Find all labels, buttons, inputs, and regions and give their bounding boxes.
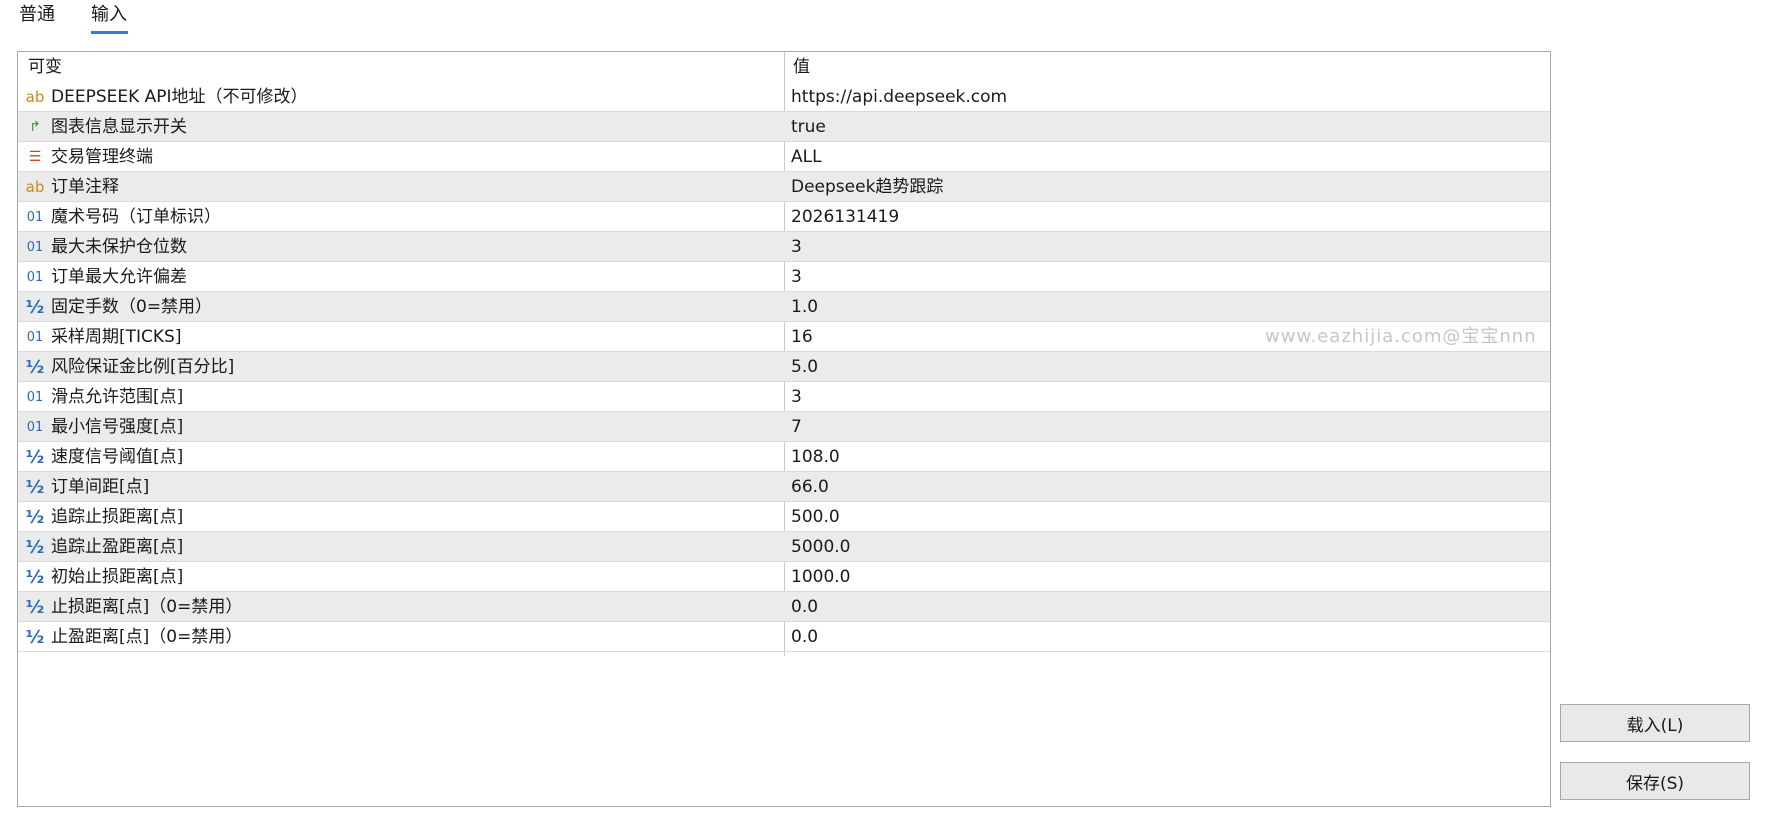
row-variable-name: 订单间距[点] xyxy=(51,477,150,497)
save-button[interactable]: 保存(S) xyxy=(1560,762,1750,800)
inputs-grid: 可变 值 ab DEEPSEEK API地址（不可修改） https://api.d… xyxy=(17,51,1551,807)
table-row[interactable]: ☰ 交易管理终端 ALL xyxy=(18,142,1550,172)
table-row[interactable]: 01 最小信号强度[点] 7 xyxy=(18,412,1550,442)
load-button[interactable]: 载入(L) xyxy=(1560,704,1750,742)
row-value[interactable]: 1000.0 xyxy=(791,566,850,588)
integer-type-icon: 01 xyxy=(26,389,44,405)
double-type-icon: ½ xyxy=(25,356,45,378)
row-variable-name: 交易管理终端 xyxy=(51,147,153,167)
row-variable-name: 采样周期[TICKS] xyxy=(51,327,182,347)
double-type-icon: ½ xyxy=(25,476,45,498)
table-row[interactable]: ½ 固定手数（0=禁用） 1.0 xyxy=(18,292,1550,322)
watermark-text: www.eazhijia.com@宝宝nnn xyxy=(1265,326,1537,347)
row-value[interactable]: 5000.0 xyxy=(791,536,850,558)
header-value[interactable]: 值 xyxy=(793,56,810,78)
row-value[interactable]: 3 xyxy=(791,236,802,258)
double-type-icon: ½ xyxy=(25,296,45,318)
table-row[interactable]: ½ 追踪止损距离[点] 500.0 xyxy=(18,502,1550,532)
row-variable-name: 订单最大允许偏差 xyxy=(51,267,187,287)
integer-type-icon: 01 xyxy=(26,329,44,345)
row-value[interactable]: 108.0 xyxy=(791,446,840,468)
tab-inputs[interactable]: 输入 xyxy=(91,2,127,28)
tab-general[interactable]: 普通 xyxy=(19,2,55,28)
row-variable-name: 订单注释 xyxy=(51,177,119,197)
row-value[interactable]: 1.0 xyxy=(791,296,818,318)
table-row[interactable]: ½ 订单间距[点] 66.0 xyxy=(18,472,1550,502)
double-type-icon: ½ xyxy=(25,596,45,618)
row-value[interactable]: 3 xyxy=(791,266,802,288)
double-type-icon: ½ xyxy=(25,536,45,558)
table-row[interactable]: ½ 初始止损距离[点] 1000.0 xyxy=(18,562,1550,592)
row-variable-name: 滑点允许范围[点] xyxy=(51,387,184,407)
double-type-icon: ½ xyxy=(25,506,45,528)
double-type-icon: ½ xyxy=(25,566,45,588)
active-tab-indicator xyxy=(91,31,128,34)
row-variable-name: 止盈距离[点]（0=禁用） xyxy=(51,627,243,647)
row-variable-name: 追踪止损距离[点] xyxy=(51,507,184,527)
table-row[interactable]: ½ 追踪止盈距离[点] 5000.0 xyxy=(18,532,1550,562)
integer-type-icon: 01 xyxy=(26,419,44,435)
table-row[interactable]: ½ 止盈距离[点]（0=禁用） 0.0 xyxy=(18,622,1550,652)
row-variable-name: 风险保证金比例[百分比] xyxy=(51,357,235,377)
row-variable-name: 魔术号码（订单标识） xyxy=(51,207,221,227)
row-value[interactable]: 0.0 xyxy=(791,626,818,648)
enum-type-icon: ☰ xyxy=(28,149,42,165)
row-value[interactable]: 5.0 xyxy=(791,356,818,378)
integer-type-icon: 01 xyxy=(26,239,44,255)
table-row[interactable]: ab 订单注释 Deepseek趋势跟踪 xyxy=(18,172,1550,202)
table-row[interactable]: 01 滑点允许范围[点] 3 xyxy=(18,382,1550,412)
table-row[interactable]: 01 订单最大允许偏差 3 xyxy=(18,262,1550,292)
table-row[interactable]: ½ 速度信号阈值[点] 108.0 xyxy=(18,442,1550,472)
integer-type-icon: 01 xyxy=(26,209,44,225)
double-type-icon: ½ xyxy=(25,626,45,648)
double-type-icon: ½ xyxy=(25,446,45,468)
row-variable-name: 最大未保护仓位数 xyxy=(51,237,187,257)
row-value[interactable]: https://api.deepseek.com xyxy=(791,86,1007,108)
row-value[interactable]: true xyxy=(791,116,826,138)
row-variable-name: 止损距离[点]（0=禁用） xyxy=(51,597,243,617)
grid-rows: ab DEEPSEEK API地址（不可修改） https://api.deepse… xyxy=(18,82,1550,652)
row-variable-name: 速度信号阈值[点] xyxy=(51,447,184,467)
row-variable-name: DEEPSEEK API地址（不可修改） xyxy=(51,87,308,107)
table-row[interactable]: ½ 风险保证金比例[百分比] 5.0 xyxy=(18,352,1550,382)
table-row[interactable]: ab DEEPSEEK API地址（不可修改） https://api.deepse… xyxy=(18,82,1550,112)
bool-type-icon: ↱ xyxy=(29,119,41,135)
table-row[interactable]: ½ 止损距离[点]（0=禁用） 0.0 xyxy=(18,592,1550,622)
row-value[interactable]: 16 xyxy=(791,326,813,348)
row-value[interactable]: 66.0 xyxy=(791,476,829,498)
integer-type-icon: 01 xyxy=(26,269,44,285)
header-variable[interactable]: 可变 xyxy=(28,56,62,78)
row-value[interactable]: 500.0 xyxy=(791,506,840,528)
table-row[interactable]: 01 魔术号码（订单标识） 2026131419 xyxy=(18,202,1550,232)
tab-bar: 普通 输入 xyxy=(0,0,400,40)
row-variable-name: 固定手数（0=禁用） xyxy=(51,297,213,317)
table-row[interactable]: 01 最大未保护仓位数 3 xyxy=(18,232,1550,262)
string-type-icon: ab xyxy=(25,178,45,196)
table-row[interactable]: ↱ 图表信息显示开关 true xyxy=(18,112,1550,142)
row-variable-name: 初始止损距离[点] xyxy=(51,567,184,587)
row-value[interactable]: 3 xyxy=(791,386,802,408)
string-type-icon: ab xyxy=(25,88,45,106)
row-variable-name: 追踪止盈距离[点] xyxy=(51,537,184,557)
row-value[interactable]: 0.0 xyxy=(791,596,818,618)
row-variable-name: 最小信号强度[点] xyxy=(51,417,184,437)
row-variable-name: 图表信息显示开关 xyxy=(51,117,187,137)
row-value[interactable]: 2026131419 xyxy=(791,206,899,228)
row-value[interactable]: 7 xyxy=(791,416,802,438)
row-value[interactable]: Deepseek趋势跟踪 xyxy=(791,176,943,198)
row-value[interactable]: ALL xyxy=(791,146,822,168)
